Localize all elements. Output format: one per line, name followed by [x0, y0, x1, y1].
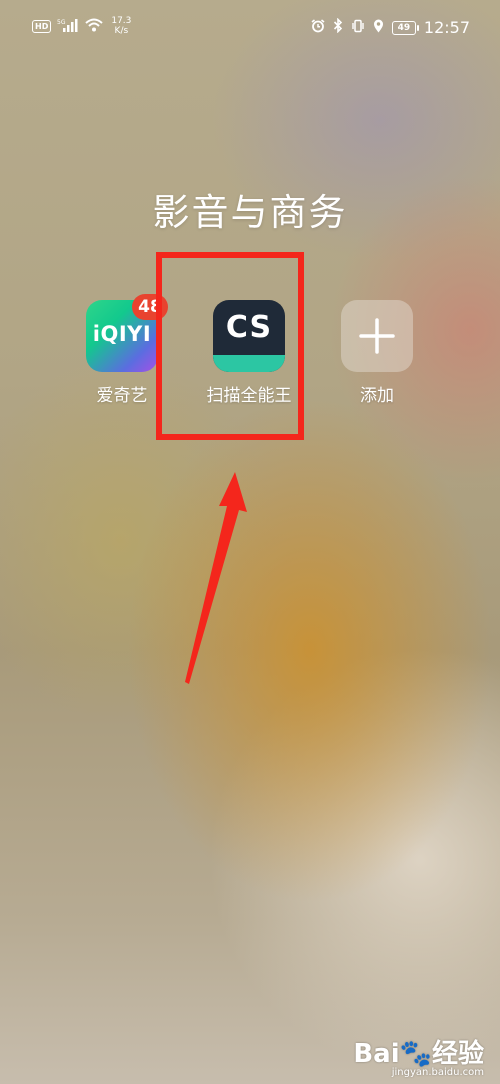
bluetooth-icon — [333, 17, 343, 37]
app-label-add: 添加 — [360, 386, 394, 406]
iqiyi-icon[interactable]: iQIYI 48 — [86, 294, 168, 372]
iqiyi-logo-text: iQIYI — [92, 322, 152, 346]
signal-label: 5G — [57, 19, 66, 26]
baidu-jingyan-logo: Bai🐾经验 — [353, 1039, 484, 1069]
status-left: HD 5G 17.3 K/s — [32, 16, 131, 36]
network-speed-value: 17.3 — [111, 16, 132, 26]
highlight-box — [156, 252, 304, 440]
wifi-icon — [85, 17, 104, 36]
folder-title[interactable]: 影音与商务 — [0, 182, 500, 236]
battery-icon: 49 — [391, 20, 419, 35]
clock: 12:57 — [423, 18, 470, 37]
plus-icon — [359, 318, 395, 354]
network-speed-unit: K/s — [114, 26, 129, 36]
arrow-icon — [185, 472, 247, 684]
hd-badge: HD — [32, 19, 52, 33]
alarm-icon — [311, 18, 325, 37]
baidu-watermark: Bai🐾经验 jingyan.baidu.com — [344, 1033, 484, 1078]
network-speed: 17.3 K/s — [111, 16, 131, 36]
add-app-button[interactable]: 添加 — [317, 300, 437, 406]
add-icon-tile[interactable] — [341, 300, 413, 372]
vibrate-icon — [351, 18, 365, 37]
location-icon — [373, 18, 384, 37]
status-bar: HD 5G 17.3 K/s 49 12:57 — [0, 0, 500, 58]
status-right: 49 12:57 — [311, 17, 470, 37]
signal-icon: 5G — [57, 17, 79, 36]
battery-level: 49 — [397, 22, 411, 33]
